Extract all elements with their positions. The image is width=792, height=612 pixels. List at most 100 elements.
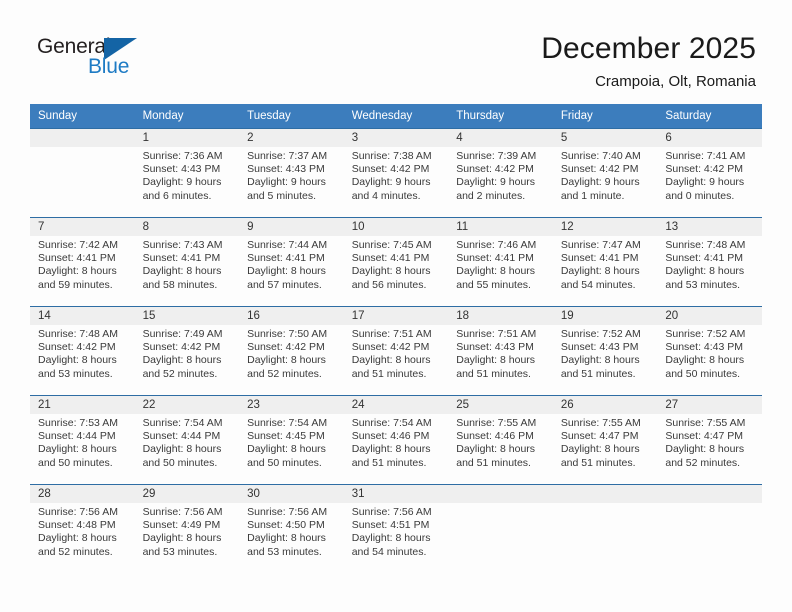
day-details: Sunrise: 7:42 AM Sunset: 4:41 PM Daylight:… <box>30 236 135 292</box>
sunset-text: Sunset: 4:41 PM <box>38 252 116 265</box>
day-details: Sunrise: 7:55 AM Sunset: 4:47 PM Daylight:… <box>657 414 762 470</box>
daylight-line1-text: Daylight: 8 hours <box>142 443 222 456</box>
weekday-header-tuesday: Tuesday <box>239 104 344 129</box>
calendar-day-cell[interactable]: 6 Sunrise: 7:41 AM Sunset: 4:42 PM Daylight… <box>657 128 762 218</box>
sunset-text: Sunset: 4:43 PM <box>142 163 221 176</box>
sunrise-text: Sunrise: 7:54 AM <box>247 417 328 429</box>
sunset-text: Sunset: 4:43 PM <box>560 341 639 354</box>
calendar-day-cell[interactable]: 30 Sunrise: 7:56 AM Sunset: 4:50 PM Dayligh… <box>239 484 344 574</box>
calendar-day-cell[interactable]: 11 Sunrise: 7:46 AM Sunset: 4:41 PM Dayligh… <box>448 217 553 307</box>
daylight-line1-text: Daylight: 8 hours <box>142 532 222 545</box>
sunset-text: Sunset: 4:41 PM <box>665 252 744 265</box>
calendar-day-cell[interactable]: 5 Sunrise: 7:40 AM Sunset: 4:42 PM Daylight… <box>552 128 658 218</box>
day-details: Sunrise: 7:56 AM Sunset: 4:49 PM Daylight:… <box>135 503 240 559</box>
calendar-day-cell[interactable]: 31 Sunrise: 7:56 AM Sunset: 4:51 PM Dayligh… <box>343 484 449 574</box>
sunset-text: Sunset: 4:47 PM <box>560 430 639 443</box>
daylight-line1-text: Daylight: 8 hours <box>247 265 326 278</box>
calendar-day-cell[interactable]: 7 Sunrise: 7:42 AM Sunset: 4:41 PM Daylight… <box>30 217 135 307</box>
daylight-line1-text: Daylight: 8 hours <box>142 265 222 278</box>
calendar-day-cell[interactable]: 8 Sunrise: 7:43 AM Sunset: 4:41 PM Daylight… <box>134 217 240 307</box>
day-number: 7 <box>30 218 135 236</box>
daylight-line1-text: Daylight: 8 hours <box>142 354 222 367</box>
daylight-line2-text: and 53 minutes. <box>665 278 741 291</box>
calendar-week-row: 14 Sunrise: 7:48 AM Sunset: 4:42 PM Dayligh… <box>30 306 762 396</box>
daylight-line1-text: Daylight: 8 hours <box>247 354 326 367</box>
daylight-line1-text: Daylight: 8 hours <box>38 532 117 545</box>
sunset-text: Sunset: 4:42 PM <box>351 163 430 176</box>
calendar-day-cell[interactable]: 14 Sunrise: 7:48 AM Sunset: 4:42 PM Dayligh… <box>30 306 135 396</box>
sunrise-text: Sunrise: 7:51 AM <box>351 328 432 340</box>
calendar-day-cell[interactable]: 3 Sunrise: 7:38 AM Sunset: 4:42 PM Daylight… <box>343 128 449 218</box>
day-number: 9 <box>239 218 344 236</box>
calendar-week-row: 7 Sunrise: 7:42 AM Sunset: 4:41 PM Daylight… <box>30 217 762 307</box>
calendar-day-cell[interactable]: 12 Sunrise: 7:47 AM Sunset: 4:41 PM Dayligh… <box>552 217 658 307</box>
day-details: Sunrise: 7:38 AM Sunset: 4:42 PM Daylight:… <box>344 147 449 203</box>
sunrise-text: Sunrise: 7:40 AM <box>560 150 641 162</box>
calendar-day-cell[interactable]: 27 Sunrise: 7:55 AM Sunset: 4:47 PM Dayligh… <box>657 395 762 485</box>
sunset-text: Sunset: 4:46 PM <box>351 430 430 443</box>
calendar-day-cell[interactable]: 25 Sunrise: 7:55 AM Sunset: 4:46 PM Dayligh… <box>448 395 553 485</box>
daylight-line1-text: Daylight: 8 hours <box>247 532 326 545</box>
sunset-text: Sunset: 4:41 PM <box>142 252 221 265</box>
sunrise-text: Sunrise: 7:55 AM <box>665 417 746 429</box>
calendar-day-cell[interactable]: 19 Sunrise: 7:52 AM Sunset: 4:43 PM Dayligh… <box>552 306 658 396</box>
weekday-header-row: Sunday Monday Tuesday Wednesday Thursday Frid… <box>30 104 762 129</box>
daylight-line2-text: and 50 minutes. <box>142 456 218 469</box>
day-number: 8 <box>134 218 240 236</box>
daylight-line2-text: and 52 minutes. <box>38 545 113 558</box>
daylight-line1-text: Daylight: 9 hours <box>247 176 326 189</box>
calendar-day-cell[interactable]: 29 Sunrise: 7:56 AM Sunset: 4:49 PM Dayligh… <box>134 484 240 574</box>
calendar-day-cell[interactable]: 20 Sunrise: 7:52 AM Sunset: 4:43 PM Dayligh… <box>657 306 762 396</box>
day-number <box>30 129 135 147</box>
daylight-line2-text: and 5 minutes. <box>247 189 317 202</box>
weekday-header-friday: Friday <box>552 104 658 129</box>
calendar-grid: Sunday Monday Tuesday Wednesday Thursday Frid… <box>30 104 762 574</box>
day-number: 2 <box>239 129 344 147</box>
weekday-header-monday: Monday <box>134 104 240 129</box>
calendar-day-cell[interactable]: 10 Sunrise: 7:45 AM Sunset: 4:41 PM Dayligh… <box>343 217 449 307</box>
calendar-day-cell[interactable]: 9 Sunrise: 7:44 AM Sunset: 4:41 PM Daylight… <box>239 217 344 307</box>
day-details <box>448 503 553 506</box>
calendar-day-cell[interactable]: 21 Sunrise: 7:53 AM Sunset: 4:44 PM Dayligh… <box>30 395 135 485</box>
day-number: 4 <box>448 129 553 147</box>
calendar-day-cell[interactable]: 2 Sunrise: 7:37 AM Sunset: 4:43 PM Daylight… <box>239 128 344 218</box>
calendar-day-cell[interactable]: 22 Sunrise: 7:54 AM Sunset: 4:44 PM Dayligh… <box>134 395 240 485</box>
calendar-day-cell[interactable]: 4 Sunrise: 7:39 AM Sunset: 4:42 PM Daylight… <box>448 128 553 218</box>
calendar-day-cell[interactable]: 28 Sunrise: 7:56 AM Sunset: 4:48 PM Dayligh… <box>30 484 135 574</box>
daylight-line1-text: Daylight: 9 hours <box>560 176 640 189</box>
general-blue-logo: General Blue <box>37 36 147 82</box>
calendar-day-cell[interactable]: 17 Sunrise: 7:51 AM Sunset: 4:42 PM Dayligh… <box>343 306 449 396</box>
day-number: 5 <box>552 129 658 147</box>
calendar-day-cell[interactable]: 16 Sunrise: 7:50 AM Sunset: 4:42 PM Dayligh… <box>239 306 344 396</box>
day-number: 28 <box>30 485 135 503</box>
calendar-day-cell[interactable]: 24 Sunrise: 7:54 AM Sunset: 4:46 PM Dayligh… <box>343 395 449 485</box>
calendar-day-cell[interactable]: 26 Sunrise: 7:55 AM Sunset: 4:47 PM Dayligh… <box>552 395 658 485</box>
sunrise-text: Sunrise: 7:54 AM <box>142 417 223 429</box>
daylight-line2-text: and 0 minutes. <box>665 189 735 202</box>
daylight-line2-text: and 58 minutes. <box>142 278 218 291</box>
calendar-day-cell[interactable]: 23 Sunrise: 7:54 AM Sunset: 4:45 PM Dayligh… <box>239 395 344 485</box>
calendar-day-cell[interactable]: 13 Sunrise: 7:48 AM Sunset: 4:41 PM Dayligh… <box>657 217 762 307</box>
day-details: Sunrise: 7:43 AM Sunset: 4:41 PM Daylight:… <box>135 236 240 292</box>
day-details <box>553 503 658 506</box>
day-details: Sunrise: 7:40 AM Sunset: 4:42 PM Daylight:… <box>553 147 658 203</box>
day-details: Sunrise: 7:55 AM Sunset: 4:47 PM Daylight:… <box>553 414 658 470</box>
day-number: 10 <box>343 218 449 236</box>
day-details: Sunrise: 7:56 AM Sunset: 4:48 PM Daylight:… <box>30 503 135 559</box>
day-number: 30 <box>239 485 344 503</box>
daylight-line2-text: and 51 minutes. <box>456 456 531 469</box>
daylight-line2-text: and 53 minutes. <box>142 545 218 558</box>
sunrise-text: Sunrise: 7:46 AM <box>456 239 537 251</box>
sunrise-text: Sunrise: 7:45 AM <box>351 239 432 251</box>
sunset-text: Sunset: 4:41 PM <box>560 252 639 265</box>
daylight-line1-text: Daylight: 8 hours <box>38 443 117 456</box>
sunset-text: Sunset: 4:42 PM <box>456 163 534 176</box>
calendar-day-cell[interactable]: 1 Sunrise: 7:36 AM Sunset: 4:43 PM Daylight… <box>134 128 240 218</box>
day-details: Sunrise: 7:49 AM Sunset: 4:42 PM Daylight:… <box>135 325 240 381</box>
calendar-day-cell[interactable]: 18 Sunrise: 7:51 AM Sunset: 4:43 PM Dayligh… <box>448 306 553 396</box>
calendar-day-cell[interactable]: 15 Sunrise: 7:49 AM Sunset: 4:42 PM Dayligh… <box>134 306 240 396</box>
daylight-line2-text: and 52 minutes. <box>665 456 741 469</box>
day-details: Sunrise: 7:50 AM Sunset: 4:42 PM Daylight:… <box>239 325 344 381</box>
page-header: General Blue December 2025 Crampoia, Olt… <box>0 0 792 100</box>
daylight-line2-text: and 51 minutes. <box>560 456 636 469</box>
